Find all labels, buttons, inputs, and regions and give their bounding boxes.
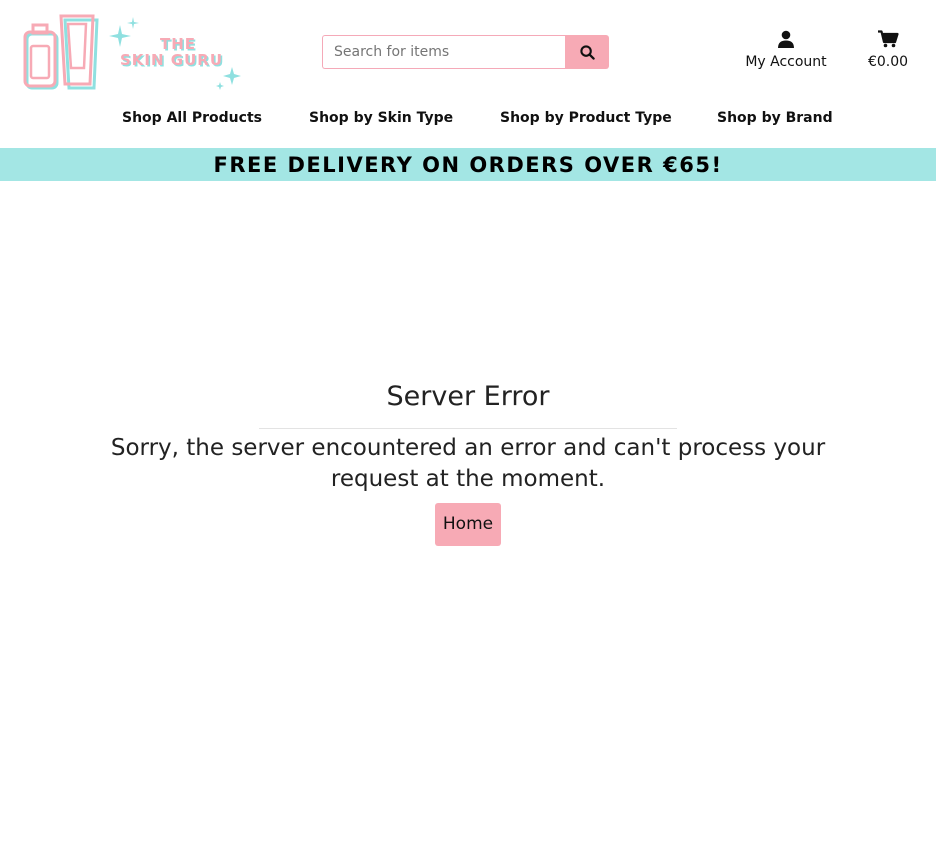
error-content: Server Error Sorry, the server encounter… (0, 375, 936, 546)
logo-text-line1: THE (160, 35, 197, 53)
search-button[interactable] (565, 35, 609, 69)
cart-total: €0.00 (867, 54, 909, 70)
nav-shop-by-product-type[interactable]: Shop by Product Type (500, 110, 672, 126)
user-icon (778, 30, 794, 48)
search-icon (579, 44, 595, 60)
delivery-banner: FREE DELIVERY ON ORDERS OVER €65! (0, 148, 936, 181)
shopping-cart-icon (878, 30, 899, 48)
logo-text-line2: SKIN GURU (120, 51, 224, 69)
search-input[interactable] (322, 35, 565, 69)
main-nav: Shop All Products Shop by Skin Type Shop… (0, 110, 936, 136)
error-title: Server Error (386, 381, 550, 412)
error-message: Sorry, the server encountered an error a… (110, 435, 826, 492)
home-button[interactable]: Home (434, 503, 502, 546)
my-account-link[interactable]: My Account (736, 30, 836, 70)
nav-shop-by-brand[interactable]: Shop by Brand (717, 110, 833, 126)
site-header: THE SKIN GURU My Account €0.00 (0, 0, 936, 100)
search-form (322, 35, 609, 69)
site-logo[interactable]: THE SKIN GURU (22, 12, 247, 92)
shopping-cart-link[interactable]: €0.00 (860, 30, 916, 70)
my-account-label: My Account (745, 54, 827, 70)
delivery-banner-text: FREE DELIVERY ON ORDERS OVER €65! (213, 152, 723, 177)
nav-shop-by-skin-type[interactable]: Shop by Skin Type (309, 110, 453, 126)
logo-text: THE SKIN GURU (120, 36, 240, 68)
divider (259, 428, 677, 429)
nav-shop-all-products[interactable]: Shop All Products (122, 110, 262, 126)
